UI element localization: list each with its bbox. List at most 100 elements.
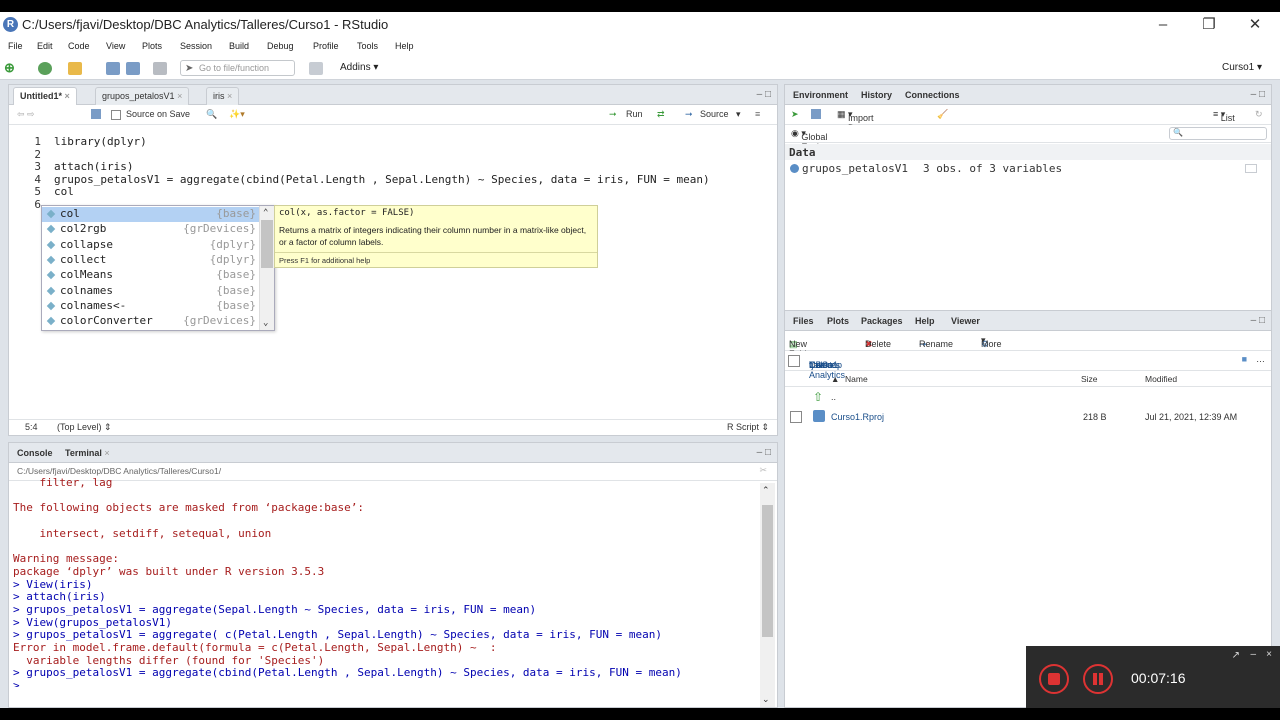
project-dir-icon[interactable]: ■ — [1242, 354, 1247, 364]
env-search-input[interactable]: 🔍 — [1169, 127, 1267, 140]
scroll-up-icon[interactable]: ⌃ — [762, 485, 770, 496]
files-minmax-icon[interactable]: – □ — [1251, 315, 1265, 326]
scroll-thumb[interactable] — [762, 505, 773, 637]
menu-view[interactable]: View — [106, 41, 125, 51]
save-file-icon[interactable] — [91, 109, 101, 119]
new-file-icon[interactable]: ⊕ — [4, 61, 18, 75]
menu-debug[interactable]: Debug — [267, 41, 294, 51]
column-size-header[interactable]: Size — [1081, 374, 1098, 384]
column-modified-header[interactable]: Modified — [1145, 374, 1177, 384]
menu-help[interactable]: Help — [395, 41, 414, 51]
autocomplete-item[interactable]: colMeans {base} — [42, 268, 260, 283]
new-project-icon[interactable] — [38, 62, 52, 75]
autocomplete-list[interactable]: col {base} col2rgb {grDevices} collapse {dply… — [41, 205, 275, 331]
autocomplete-item[interactable]: colnames<- {base} — [42, 299, 260, 314]
console-scrollbar[interactable]: ⌃ ⌄ — [760, 483, 775, 707]
open-file-icon[interactable] — [68, 62, 82, 75]
autocomplete-item[interactable]: colnames {base} — [42, 284, 260, 299]
close-window-button[interactable]: ✕ — [1232, 14, 1278, 36]
menu-tools[interactable]: Tools — [357, 41, 378, 51]
tab-environment[interactable]: Environment — [787, 87, 854, 105]
menu-build[interactable]: Build — [229, 41, 249, 51]
close-tab-icon[interactable]: × — [177, 91, 182, 101]
source-dropdown-icon[interactable]: ▾ — [736, 109, 741, 120]
autocomplete-scrollbar[interactable]: ⌃ ⌄ — [259, 206, 274, 330]
menu-profile[interactable]: Profile — [313, 41, 339, 51]
tab-connections[interactable]: Connections — [899, 87, 966, 105]
menu-code[interactable]: Code — [68, 41, 90, 51]
run-button[interactable]: Run — [626, 109, 643, 119]
tab-untitled1[interactable]: Untitled1* × — [13, 87, 77, 105]
scroll-down-icon[interactable]: ⌄ — [263, 318, 268, 328]
save-workspace-icon[interactable] — [811, 109, 821, 119]
column-name-header[interactable]: Name — [845, 374, 868, 384]
minimize-button[interactable]: – — [1140, 14, 1186, 36]
console-minmax-icon[interactable]: – □ — [757, 447, 771, 458]
tab-console[interactable]: Console — [11, 445, 59, 463]
expand-icon[interactable]: ↗ — [1232, 650, 1240, 661]
pause-recording-button[interactable] — [1083, 664, 1113, 694]
autocomplete-item[interactable]: colorConverter {grDevices} — [42, 314, 260, 329]
autocomplete-item[interactable]: collapse {dplyr} — [42, 238, 260, 253]
import-dataset-button[interactable]: ▦ Import Dataset ▾ — [837, 109, 879, 133]
restore-button[interactable]: ❐ — [1186, 14, 1232, 36]
menu-session[interactable]: Session — [180, 41, 212, 51]
tab-files[interactable]: Files — [787, 313, 820, 331]
tab-history[interactable]: History — [855, 87, 898, 105]
menu-file[interactable]: File — [8, 41, 23, 51]
expand-row-icon[interactable] — [790, 164, 799, 173]
menu-plots[interactable]: Plots — [142, 41, 162, 51]
clear-workspace-icon[interactable]: 🧹 — [937, 109, 948, 120]
source-on-save-checkbox[interactable] — [111, 110, 121, 120]
autocomplete-item[interactable]: col {base} — [42, 207, 260, 222]
tab-help[interactable]: Help — [909, 313, 941, 331]
env-minmax-icon[interactable]: – □ — [1251, 89, 1265, 100]
autocomplete-item[interactable]: col2rgb {grDevices} — [42, 222, 260, 237]
minimize-recorder-icon[interactable]: – — [1250, 649, 1256, 660]
view-data-icon[interactable] — [1245, 164, 1257, 173]
parent-dir-row[interactable]: ⇧ .. — [785, 389, 1271, 407]
save-icon[interactable] — [106, 62, 120, 75]
file-checkbox[interactable] — [790, 411, 802, 423]
source-button[interactable]: Source — [700, 109, 729, 119]
rerun-icon[interactable]: ⇄ — [657, 109, 665, 120]
more-path-icon[interactable]: … — [1256, 354, 1265, 364]
addins-menu[interactable]: Addins ▾ — [340, 62, 378, 73]
tab-viewer[interactable]: Viewer — [945, 313, 986, 331]
tab-iris[interactable]: iris × — [206, 87, 240, 105]
clear-console-icon[interactable]: ✂ — [759, 465, 767, 476]
more-menu[interactable]: ⚙ More ▾ — [981, 335, 1002, 349]
env-row[interactable]: grupos_petalosV1 3 obs. of 3 variables — [785, 161, 1271, 177]
tab-grupos-petalosv1[interactable]: grupos_petalosV1 × — [95, 87, 190, 105]
load-workspace-icon[interactable]: ➤ — [791, 109, 799, 120]
close-tab-icon[interactable]: × — [104, 448, 109, 458]
outline-icon[interactable]: ≡ — [755, 109, 760, 119]
editor-minmax-icon[interactable]: – □ — [757, 89, 771, 100]
menu-edit[interactable]: Edit — [37, 41, 53, 51]
find-icon[interactable]: 🔍 — [206, 109, 217, 120]
console-output[interactable]: filter, lag The following objects are mas… — [9, 477, 761, 687]
save-all-icon[interactable] — [126, 62, 140, 75]
scope-dropdown[interactable]: ◉ Global Environment ▾ — [791, 128, 852, 152]
tab-terminal[interactable]: Terminal × — [59, 445, 116, 463]
refresh-env-icon[interactable]: ↻ — [1255, 109, 1263, 120]
tab-plots[interactable]: Plots — [821, 313, 855, 331]
file-row[interactable]: Curso1.Rproj 218 B Jul 21, 2021, 12:39 A… — [785, 408, 1271, 428]
code-tools-icon[interactable]: ✨▾ — [229, 109, 245, 120]
view-mode-select[interactable]: ≡ List ▾ — [1213, 109, 1235, 123]
filetype-selector[interactable]: R Script ⇕ — [727, 422, 769, 433]
workspace-panes-icon[interactable] — [309, 62, 323, 75]
tab-packages[interactable]: Packages — [855, 313, 909, 331]
scroll-up-icon[interactable]: ⌃ — [263, 208, 268, 218]
back-forward-icon[interactable]: ⇦ ⇨ — [17, 109, 35, 120]
goto-file-input[interactable]: ➤ Go to file/function — [180, 60, 295, 76]
file-name-link[interactable]: Curso1.Rproj — [831, 412, 884, 422]
scroll-thumb[interactable] — [261, 220, 273, 268]
breadcrumb-item[interactable]: Curso1 — [809, 360, 838, 370]
print-icon[interactable] — [153, 62, 167, 75]
close-tab-icon[interactable]: × — [65, 91, 70, 101]
project-menu[interactable]: Curso1 ▾ — [1222, 62, 1262, 73]
stop-recording-button[interactable] — [1039, 664, 1069, 694]
close-recorder-icon[interactable]: × — [1266, 649, 1272, 660]
close-tab-icon[interactable]: × — [227, 91, 232, 101]
